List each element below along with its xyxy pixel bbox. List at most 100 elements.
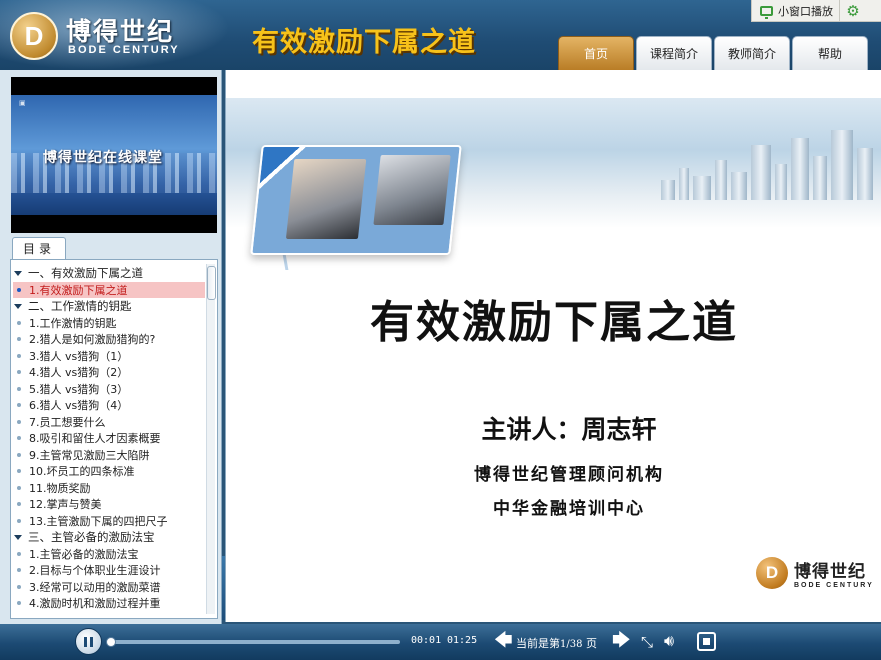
nav-tabs: 首页 课程简介 教师简介 帮助 bbox=[558, 36, 870, 70]
bullet-icon bbox=[17, 601, 21, 606]
toc-item[interactable]: 6.猎人 vs猎狗（4） bbox=[11, 397, 205, 414]
progress-handle[interactable] bbox=[106, 637, 116, 647]
toc-item[interactable]: 13.主管激励下属的四把尺子 bbox=[11, 513, 205, 530]
gear-icon[interactable]: ⚙ bbox=[840, 0, 866, 22]
slide-logo-badge-icon: D bbox=[756, 557, 788, 589]
toc-item[interactable]: 1.有效激励下属之道 bbox=[13, 281, 205, 298]
left-panel: ▣ 博得世纪在线课堂 目录 一、有效激励下属之道 1.有效激励下属之道 二、工作激情… bbox=[0, 70, 222, 624]
toc-section[interactable]: 三、主管必备的激励法宝 bbox=[11, 529, 205, 546]
bullet-icon bbox=[17, 502, 21, 507]
screen-icon[interactable] bbox=[697, 632, 716, 651]
slide-organization-1: 博得世纪管理顾问机构 bbox=[474, 465, 664, 485]
photo-people bbox=[285, 159, 367, 239]
bullet-icon bbox=[17, 403, 21, 408]
toc-label: 10.坏员工的四条标准 bbox=[29, 465, 135, 479]
toc-item[interactable]: 4.激励时机和激励过程并重 bbox=[11, 595, 205, 612]
tab-course-intro[interactable]: 课程简介 bbox=[636, 36, 712, 70]
pause-icon bbox=[84, 636, 93, 647]
toc-item[interactable]: 3.经常可以动用的激励菜谱 bbox=[11, 579, 205, 596]
prev-arrow-icon[interactable]: 🡄 bbox=[494, 632, 513, 650]
slide-title: 有效激励下属之道 bbox=[370, 297, 738, 348]
tab-teacher-intro[interactable]: 教师简介 bbox=[714, 36, 790, 70]
toc-item[interactable]: 8.吸引和留住人才因素概要 bbox=[11, 430, 205, 447]
bullet-icon bbox=[17, 485, 21, 490]
tab-help[interactable]: 帮助 bbox=[792, 36, 868, 70]
toc-item[interactable]: 12.掌声与赞美 bbox=[11, 496, 205, 513]
toc-item[interactable]: 11.物质奖励 bbox=[11, 480, 205, 497]
toc-label: 2.猎人是如何激励猎狗的? bbox=[29, 333, 156, 347]
toc-section[interactable]: 一、有效激励下属之道 bbox=[11, 265, 205, 282]
time-total: 01:25 bbox=[447, 635, 478, 646]
toc-label: 7.员工想要什么 bbox=[29, 415, 106, 429]
page-total: 38 bbox=[569, 639, 583, 650]
pause-button[interactable] bbox=[75, 628, 102, 655]
video-frame: ▣ 博得世纪在线课堂 bbox=[11, 95, 217, 215]
logo-mark: D bbox=[24, 20, 44, 51]
toc-item[interactable]: 2.目标与个体职业生涯设计 bbox=[11, 562, 205, 579]
triangle-down-icon bbox=[14, 270, 22, 276]
slide-view: 有效激励下属之道 主讲人：周志轩 博得世纪管理顾问机构 中华金融培训中心 D 博… bbox=[225, 70, 881, 622]
bullet-icon bbox=[17, 584, 21, 589]
toc-item[interactable]: 10.坏员工的四条标准 bbox=[11, 463, 205, 480]
toc-scrollbar[interactable] bbox=[206, 264, 216, 614]
page-indicator: 当前是第1/38 页 bbox=[516, 637, 597, 650]
toc-label: 1.工作激情的钥匙 bbox=[29, 316, 117, 330]
mini-window-play-button[interactable]: 小窗口播放 bbox=[752, 0, 840, 22]
slide-logo: D 博得世纪 BODE CENTURY bbox=[756, 557, 874, 589]
toc-item[interactable]: 2.猎人是如何激励猎狗的? bbox=[11, 331, 205, 348]
toc-item[interactable]: 4.猎人 vs猎狗（2） bbox=[11, 364, 205, 381]
next-arrow-icon[interactable]: 🡆 bbox=[612, 632, 631, 650]
toc-scroll-thumb[interactable] bbox=[207, 266, 216, 300]
volume-icon[interactable]: 🔊︎ bbox=[664, 631, 686, 651]
toc-list: 一、有效激励下属之道 1.有效激励下属之道 二、工作激情的钥匙 1.工作激情的钥匙 2.… bbox=[11, 265, 205, 612]
progress-track[interactable] bbox=[110, 640, 400, 644]
toc-item[interactable]: 9.主管常见激励三大陷阱 bbox=[11, 447, 205, 464]
toc-label: 12.掌声与赞美 bbox=[29, 498, 102, 512]
slide-city-skyline bbox=[651, 125, 881, 200]
bullet-icon bbox=[17, 452, 21, 457]
bullet-icon bbox=[17, 436, 21, 441]
toc-label: 1.主管必备的激励法宝 bbox=[29, 547, 139, 561]
bullet-icon bbox=[17, 518, 21, 523]
toc-item[interactable]: 5.猎人 vs猎狗（3） bbox=[11, 381, 205, 398]
toc-item[interactable]: 7.员工想要什么 bbox=[11, 414, 205, 431]
mini-toolbar: 小窗口播放 ⚙ bbox=[751, 0, 881, 22]
toc-panel: 一、有效激励下属之道 1.有效激励下属之道 二、工作激情的钥匙 1.工作激情的钥匙 2.… bbox=[10, 259, 218, 619]
toc-label: 13.主管激励下属的四把尺子 bbox=[29, 514, 168, 528]
video-player[interactable]: ▣ 博得世纪在线课堂 bbox=[11, 77, 217, 233]
triangle-down-icon bbox=[14, 303, 22, 309]
toc-label: 3.经常可以动用的激励菜谱 bbox=[29, 580, 161, 594]
toc-label: 4.激励时机和激励过程并重 bbox=[29, 597, 161, 611]
bullet-icon bbox=[17, 287, 21, 292]
bullet-icon bbox=[17, 419, 21, 424]
fullscreen-arrows-icon[interactable]: ⤡ bbox=[638, 633, 656, 651]
slide-organization-2: 中华金融培训中心 bbox=[493, 499, 645, 519]
player-controls: 00:01 01:25 🡄 当前是第1/38 页 🡆 ⤡ 🔊︎ bbox=[0, 624, 881, 660]
toc-label: 9.主管常见激励三大陷阱 bbox=[29, 448, 150, 462]
toc-item[interactable]: 1.主管必备的激励法宝 bbox=[11, 546, 205, 563]
video-caption: 博得世纪在线课堂 bbox=[43, 150, 163, 166]
tab-home[interactable]: 首页 bbox=[558, 36, 634, 70]
page-suffix: 页 bbox=[585, 637, 597, 650]
toc-section[interactable]: 二、工作激情的钥匙 bbox=[11, 298, 205, 315]
logo-badge-icon: D bbox=[10, 12, 58, 60]
bullet-icon bbox=[17, 551, 21, 556]
toc-label: 一、有效激励下属之道 bbox=[28, 266, 143, 281]
bullet-icon bbox=[17, 337, 21, 342]
page-prefix: 当前是第 bbox=[516, 637, 560, 650]
toc-label: 三、主管必备的激励法宝 bbox=[28, 530, 155, 545]
bullet-icon bbox=[17, 469, 21, 474]
photo-document bbox=[373, 155, 451, 225]
tab-toc[interactable]: 目录 bbox=[12, 237, 66, 259]
triangle-down-icon bbox=[14, 534, 22, 540]
toc-item[interactable]: 3.猎人 vs猎狗（1） bbox=[11, 348, 205, 365]
toc-label: 4.猎人 vs猎狗（2） bbox=[29, 366, 129, 380]
slide-presenter: 主讲人：周志轩 bbox=[481, 415, 657, 444]
bullet-icon bbox=[17, 353, 21, 358]
logo-english-name: BODE CENTURY bbox=[68, 44, 180, 56]
tv-icon bbox=[760, 5, 773, 19]
bullet-icon bbox=[17, 568, 21, 573]
bullet-icon bbox=[17, 320, 21, 325]
toc-item[interactable]: 1.工作激情的钥匙 bbox=[11, 315, 205, 332]
toc-label: 3.猎人 vs猎狗（1） bbox=[29, 349, 129, 363]
